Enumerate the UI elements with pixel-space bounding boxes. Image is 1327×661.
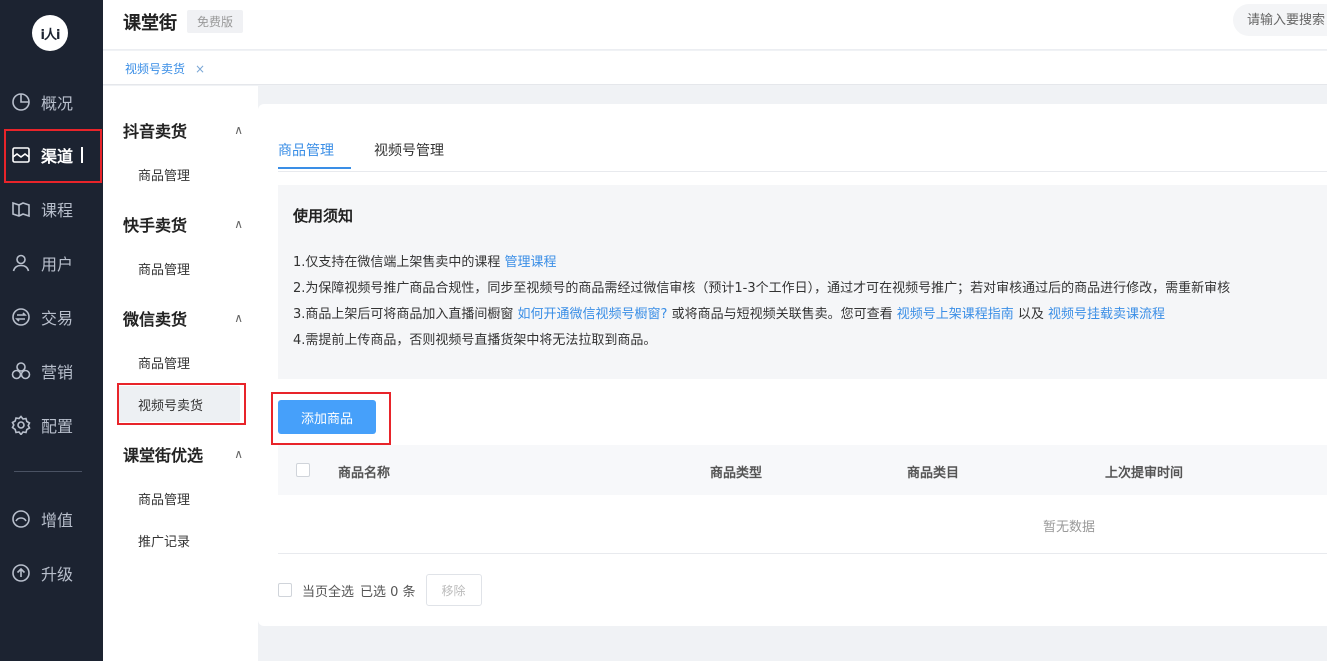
exchange-icon (12, 308, 30, 326)
search-input[interactable] (1233, 4, 1327, 36)
subnav-item-promo-records[interactable]: 推广记录 (118, 522, 240, 558)
notice-line-1: 1.仅支持在微信端上架售卖中的课程 管理课程 (293, 251, 557, 270)
subnav-item-select-goods[interactable]: 商品管理 (118, 480, 240, 516)
subnav-item-wechat-goods[interactable]: 商品管理 (118, 344, 240, 380)
marketing-icon (11, 362, 31, 380)
subnav-item-kuaishou-goods[interactable]: 商品管理 (118, 250, 240, 286)
subnav-group-title: 快手卖货 (123, 216, 188, 235)
notice-text: 1.仅支持在微信端上架售卖中的课程 (293, 255, 505, 270)
column-header-type: 商品类型 (710, 466, 763, 481)
empty-table-text: 暂无数据 (1043, 520, 1096, 535)
subnav-group-douyin[interactable]: 抖音卖货 ∧ (123, 118, 243, 142)
mount-flow-link[interactable]: 视频号挂载卖课流程 (1048, 307, 1165, 322)
chevron-up-icon: ∧ (234, 217, 243, 231)
select-all-label: 当页全选 (302, 584, 355, 600)
batch-actions: 当页全选 已选 0 条 移除 (278, 574, 482, 606)
remove-button[interactable]: 移除 (425, 574, 482, 606)
chevron-up-icon: ∧ (234, 447, 243, 461)
add-goods-button[interactable]: 添加商品 (278, 400, 376, 434)
content-panel: 商品管理 视频号管理 使用须知 1.仅支持在微信端上架售卖中的课程 管理课程 2… (258, 104, 1327, 626)
page-tab-video-selling[interactable]: 视频号卖货 × (125, 60, 205, 77)
app-logo[interactable]: i人i (32, 15, 68, 51)
nav-divider (14, 471, 82, 472)
tab-divider (278, 171, 1327, 172)
chevron-up-icon: ∧ (234, 311, 243, 325)
subnav-item-label: 商品管理 (138, 262, 191, 278)
top-header: 课堂街 免费版 (103, 0, 1327, 50)
active-tab-indicator (278, 167, 351, 169)
select-all-header-checkbox[interactable] (296, 463, 310, 477)
subnav-group-title: 抖音卖货 (123, 122, 188, 141)
upgrade-icon (12, 564, 30, 582)
subnav-item-douyin-goods[interactable]: 商品管理 (118, 156, 240, 192)
tab-video-account-management[interactable]: 视频号管理 (374, 140, 444, 160)
nav-item-course[interactable]: 课程 (0, 185, 103, 233)
channel-subnav: 抖音卖货 ∧ 商品管理 快手卖货 ∧ 商品管理 微信卖货 ∧ 商品管理 视频号卖… (103, 86, 258, 661)
store-icon (12, 147, 30, 163)
nav-item-channel[interactable]: 渠道 (0, 131, 103, 179)
manage-course-link[interactable]: 管理课程 (505, 255, 557, 270)
nav-label: 概况 (41, 94, 74, 113)
tab-goods-management[interactable]: 商品管理 (278, 140, 334, 160)
subnav-group-title: 微信卖货 (123, 310, 188, 329)
user-icon (12, 254, 30, 272)
nav-item-upgrade[interactable]: 升级 (0, 549, 103, 597)
table-bottom-border (278, 553, 1327, 554)
subnav-item-label: 商品管理 (138, 356, 191, 372)
selected-count: 已选 0 条 (360, 584, 416, 600)
nav-label: 升级 (41, 565, 74, 584)
value-added-icon (12, 510, 30, 528)
nav-label: 渠道 (41, 147, 74, 166)
nav-label: 增值 (41, 511, 74, 530)
nav-item-marketing[interactable]: 营销 (0, 347, 103, 395)
notice-line-3: 3.商品上架后可将商品加入直播间橱窗 如何开通微信视频号橱窗? 或将商品与短视频… (293, 303, 1165, 322)
subnav-group-wechat[interactable]: 微信卖货 ∧ (123, 306, 243, 330)
notice-title: 使用须知 (293, 207, 354, 225)
notice-text: 以及 (1013, 307, 1048, 322)
nav-label: 交易 (41, 309, 74, 328)
chevron-up-icon: ∧ (234, 123, 243, 137)
notice-line-2: 2.为保障视频号推广商品合规性，同步至视频号的商品需经过微信审核（预计1-3个工… (293, 281, 1231, 296)
notice-text: 3.商品上架后可将商品加入直播间橱窗 (293, 307, 518, 322)
column-header-name: 商品名称 (338, 466, 391, 481)
subnav-item-video-selling[interactable]: 视频号卖货 (118, 386, 240, 422)
subnav-group-title: 课堂街优选 (123, 446, 204, 465)
column-header-last-review-time: 上次提审时间 (1105, 466, 1184, 481)
usage-notice: 使用须知 1.仅支持在微信端上架售卖中的课程 管理课程 2.为保障视频号推广商品… (278, 185, 1327, 379)
nav-item-config[interactable]: 配置 (0, 401, 103, 449)
subnav-item-label: 视频号卖货 (138, 398, 204, 414)
book-icon (12, 201, 30, 218)
nav-label: 营销 (41, 363, 74, 382)
select-page-checkbox[interactable] (278, 583, 292, 597)
subnav-item-label: 商品管理 (138, 492, 191, 508)
column-header-category: 商品类目 (907, 466, 960, 481)
subnav-group-kuaishou[interactable]: 快手卖货 ∧ (123, 212, 243, 236)
nav-label: 课程 (41, 201, 74, 220)
pie-chart-icon (12, 93, 30, 111)
notice-line-4: 4.需提前上传商品，否则视频号直播货架中将无法拉取到商品。 (293, 333, 657, 348)
notice-text: 或将商品与短视频关联售卖。您可查看 (667, 307, 897, 322)
nav-item-trade[interactable]: 交易 (0, 293, 103, 341)
main-nav: i人i 概况 渠道 课程 用户 交易 营销 配置 增值 升级 (0, 0, 103, 661)
nav-item-value-added[interactable]: 增值 (0, 495, 103, 543)
close-icon[interactable]: × (195, 62, 205, 76)
page-tab-label: 视频号卖货 (125, 62, 186, 76)
nav-label: 用户 (41, 255, 74, 274)
plan-badge: 免费版 (187, 10, 244, 33)
text-cursor (81, 147, 84, 163)
subnav-item-label: 推广记录 (138, 534, 191, 550)
nav-item-user[interactable]: 用户 (0, 239, 103, 287)
open-showcase-link[interactable]: 如何开通微信视频号橱窗? (518, 307, 668, 322)
nav-label: 配置 (41, 417, 74, 436)
subnav-group-ketangjie-select[interactable]: 课堂街优选 ∧ (123, 442, 243, 466)
brand-title: 课堂街 (123, 13, 177, 34)
listing-guide-link[interactable]: 视频号上架课程指南 (897, 307, 1014, 322)
subnav-item-label: 商品管理 (138, 168, 191, 184)
nav-item-overview[interactable]: 概况 (0, 78, 103, 126)
logo-text: i人i (40, 27, 61, 43)
page-tab-bar: 视频号卖货 × (103, 51, 1327, 85)
gear-icon (11, 415, 31, 435)
table-header: 商品名称 商品类型 商品类目 上次提审时间 (278, 445, 1327, 495)
